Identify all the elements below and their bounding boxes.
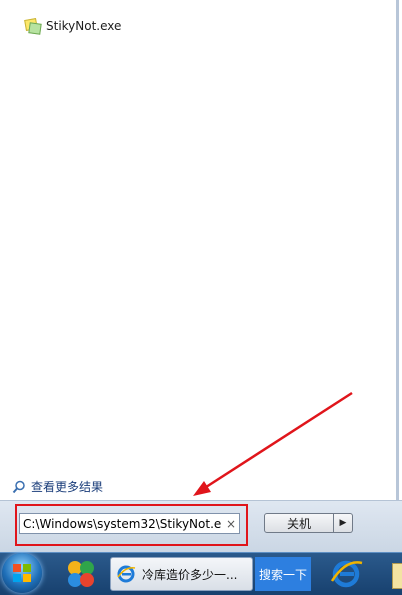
file-icon[interactable] (392, 563, 402, 589)
program-result-label: StikyNot.exe (46, 19, 122, 33)
see-more-results-label: 查看更多结果 (31, 480, 104, 494)
taskbar-window-title: 冷库造价多少一... (142, 567, 238, 582)
sticky-notes-icon (24, 18, 42, 35)
start-button[interactable] (2, 553, 42, 593)
shutdown-button[interactable]: 关机 (264, 513, 334, 533)
see-more-results-link[interactable]: 查看更多结果 (12, 478, 103, 495)
taskbar-ie-window[interactable]: 冷库造价多少一... (110, 557, 253, 591)
ie-pinned-icon[interactable] (328, 557, 364, 591)
ie-icon (117, 565, 136, 583)
power-button-group: 关机 ▶ (264, 513, 354, 533)
chevron-right-icon: ▶ (339, 518, 347, 528)
taskbar-search-label: 搜索一下 (258, 567, 307, 582)
search-icon (12, 480, 25, 493)
windows-logo-icon (13, 564, 31, 582)
shutdown-options-button[interactable]: ▶ (334, 513, 353, 533)
search-box-highlight (15, 504, 248, 546)
taskbar-search-button[interactable]: 搜索一下 (255, 557, 311, 591)
shutdown-button-label: 关机 (286, 516, 311, 531)
app-icon[interactable] (63, 556, 99, 592)
program-result-stikynot[interactable]: StikyNot.exe (24, 18, 122, 35)
start-menu-results-panel: StikyNot.exe 查看更多结果 (0, 0, 399, 500)
screenshot-frame: StikyNot.exe 查看更多结果 × 关机 ▶ (0, 0, 402, 595)
